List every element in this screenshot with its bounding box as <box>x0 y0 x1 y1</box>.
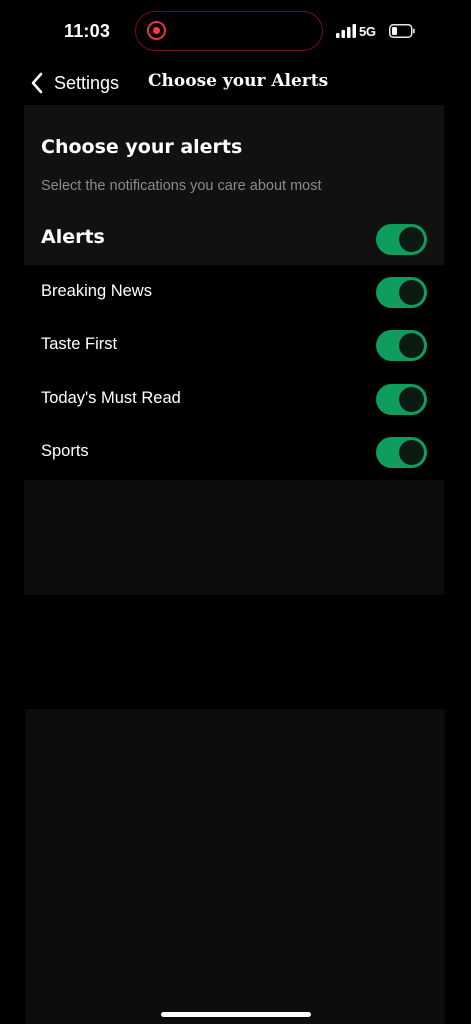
page-title: Choose your Alerts <box>148 71 329 91</box>
toggle-knob <box>399 280 424 305</box>
alert-label: Today's Must Read <box>41 389 181 407</box>
dynamic-island[interactable] <box>135 11 323 51</box>
network-type: 5G <box>359 24 376 39</box>
battery-icon <box>389 24 415 38</box>
breaking-news-toggle[interactable] <box>376 277 427 308</box>
toggle-knob <box>399 227 424 252</box>
recording-dot <box>153 27 160 34</box>
empty-panel <box>24 480 444 595</box>
alerts-master-toggle[interactable] <box>376 224 427 255</box>
alert-row-todays-must-read: Today's Must Read <box>24 372 444 425</box>
todays-must-read-toggle[interactable] <box>376 384 427 415</box>
status-time: 11:03 <box>64 21 111 41</box>
toggle-knob <box>399 333 424 358</box>
alert-list: Breaking News Taste First Today's Must R… <box>24 265 444 479</box>
nav-bar: Settings Choose your Alerts <box>0 62 471 104</box>
back-label: Settings <box>54 72 120 93</box>
status-bar: 11:03 5G <box>0 0 471 62</box>
screen-recording-icon <box>147 21 166 40</box>
toggle-knob <box>399 440 424 465</box>
alert-label: Breaking News <box>41 282 152 300</box>
alert-row-sports: Sports <box>24 425 444 478</box>
toggle-knob <box>399 387 424 412</box>
alerts-header-card: Choose your alerts Select the notificati… <box>24 105 444 265</box>
home-indicator[interactable] <box>161 1012 311 1017</box>
alert-label: Sports <box>41 442 89 460</box>
alert-label: Taste First <box>41 335 118 353</box>
empty-panel <box>25 709 445 1024</box>
sports-toggle[interactable] <box>376 437 427 468</box>
cellular-signal-icon <box>336 24 356 38</box>
alert-row-taste-first: Taste First <box>24 318 444 371</box>
alerts-master-label: Alerts <box>41 226 105 248</box>
back-button[interactable]: Settings <box>30 68 119 98</box>
section-title: Choose your alerts <box>41 136 243 158</box>
chevron-left-icon <box>31 72 43 94</box>
section-subtitle: Select the notifications you care about … <box>41 178 322 194</box>
alert-row-breaking-news: Breaking News <box>24 265 444 318</box>
taste-first-toggle[interactable] <box>376 330 427 361</box>
